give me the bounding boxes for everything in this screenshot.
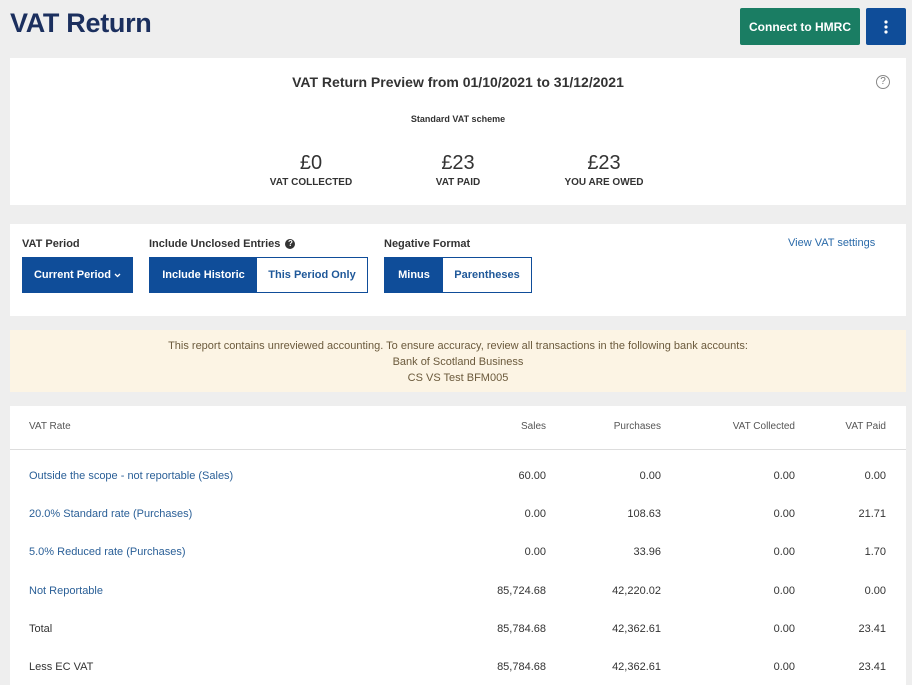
negative-format-label-text: Negative Format (384, 238, 471, 250)
table-row: Total 85,784.68 42,362.61 0.00 23.41 (10, 613, 906, 651)
cell-vat-paid: 1.70 (864, 546, 886, 558)
stat-vat-collected: £0 VAT COLLECTED (241, 150, 381, 188)
connect-hmrc-button[interactable]: Connect to HMRC (740, 8, 860, 45)
table-row: Less EC VAT 85,784.68 42,362.61 0.00 23.41 (10, 651, 906, 685)
cell-sales: 85,784.68 (497, 661, 546, 673)
cell-purchases: 108.63 (627, 508, 661, 520)
header-purchases: Purchases (613, 421, 661, 432)
cell-vat-collected: 0.00 (773, 508, 795, 520)
cell-vat-paid: 23.41 (858, 623, 886, 635)
cell-vat-rate[interactable]: Not Reportable (29, 585, 103, 597)
vat-period-label: VAT Period (22, 238, 80, 250)
cell-vat-collected: 0.00 (773, 661, 795, 673)
cell-vat-paid: 0.00 (864, 585, 886, 597)
header-vat-rate: VAT Rate (29, 421, 71, 432)
cell-vat-collected: 0.00 (773, 546, 795, 558)
view-vat-settings-link[interactable]: View VAT settings (788, 237, 875, 249)
cell-purchases: 42,362.61 (612, 623, 661, 635)
summary-title: VAT Return Preview from 01/10/2021 to 31… (292, 74, 624, 90)
negative-format-toggle: Minus Parentheses (384, 257, 532, 293)
cell-sales: 0.00 (524, 508, 546, 520)
unclosed-entries-label-text: Include Unclosed Entries (149, 238, 281, 250)
cell-vat-rate: Total (29, 623, 53, 635)
vat-rate-table: VAT Rate Sales Purchases VAT Collected V… (10, 406, 906, 685)
table-row[interactable]: 20.0% Standard rate (Purchases) 0.00 108.6… (10, 498, 906, 536)
page-title: VAT Return (10, 8, 152, 38)
negative-format-label: Negative Format (384, 238, 470, 250)
option-parentheses[interactable]: Parentheses (443, 258, 531, 292)
stat-you-are-owed: £23 YOU ARE OWED (534, 150, 674, 188)
stat-amount: £23 (441, 152, 475, 174)
stat-amount: £23 (587, 152, 621, 174)
cell-vat-rate[interactable]: 5.0% Reduced rate (Purchases) (29, 546, 186, 558)
header-vat-paid: VAT Paid (845, 421, 886, 432)
stat-label: YOU ARE OWED (564, 177, 644, 188)
cell-sales: 85,724.68 (497, 585, 546, 597)
unclosed-entries-toggle: Include Historic This Period Only (149, 257, 368, 293)
cell-vat-collected: 0.00 (773, 470, 795, 482)
option-minus[interactable]: Minus (385, 258, 443, 292)
cell-vat-paid: 21.71 (858, 508, 886, 520)
warning-message: This report contains unreviewed accounti… (168, 340, 748, 352)
cell-purchases: 0.00 (639, 470, 661, 482)
cell-vat-rate: Less EC VAT (29, 661, 94, 673)
stat-vat-paid: £23 VAT PAID (388, 150, 528, 188)
table-row[interactable]: Not Reportable 85,724.68 42,220.02 0.00 0.00 (10, 575, 906, 613)
cell-vat-paid: 0.00 (864, 470, 886, 482)
cell-vat-collected: 0.00 (773, 585, 795, 597)
cell-purchases: 42,220.02 (612, 585, 661, 597)
cell-sales: 0.00 (524, 546, 546, 558)
unreviewed-warning-banner: This report contains unreviewed accounti… (10, 330, 906, 392)
option-include-historic[interactable]: Include Historic (150, 258, 257, 292)
vat-period-dropdown[interactable]: Current Period (22, 257, 133, 293)
vat-period-value: Current Period (33, 269, 111, 281)
cell-sales: 85,784.68 (497, 623, 546, 635)
vat-summary-card: VAT Return Preview from 01/10/2021 to 31… (10, 58, 906, 205)
table-row[interactable]: Outside the scope - not reportable (Sale… (10, 460, 906, 498)
cell-vat-rate[interactable]: 20.0% Standard rate (Purchases) (29, 508, 192, 520)
option-this-period-only[interactable]: This Period Only (257, 258, 367, 292)
vat-period-label-text: VAT Period (22, 238, 80, 250)
table-row[interactable]: 5.0% Reduced rate (Purchases) 0.00 33.96 0.… (10, 536, 906, 574)
unclosed-entries-label: Include Unclosed Entries ? (149, 238, 296, 250)
stat-label: VAT COLLECTED (269, 177, 353, 188)
warning-account[interactable]: Bank of Scotland Business (10, 354, 906, 370)
chevron-down-icon (114, 273, 121, 277)
stat-label: VAT PAID (435, 177, 481, 188)
table-header: VAT Rate Sales Purchases VAT Collected V… (10, 406, 906, 450)
cell-purchases: 42,362.61 (612, 661, 661, 673)
vat-scheme: Standard VAT scheme (410, 114, 506, 124)
question-icon[interactable]: ? (285, 239, 296, 249)
vertical-dots-icon (884, 19, 888, 34)
cell-vat-collected: 0.00 (773, 623, 795, 635)
cell-vat-paid: 23.41 (858, 661, 886, 673)
header-vat-collected: VAT Collected (732, 421, 795, 432)
cell-purchases: 33.96 (633, 546, 661, 558)
help-icon[interactable]: ? (876, 75, 890, 89)
cell-sales: 60.00 (518, 470, 546, 482)
header-sales: Sales (520, 421, 546, 432)
more-options-button[interactable] (866, 8, 906, 45)
report-controls: VAT Period Current Period Include Unclos… (10, 224, 906, 316)
warning-account[interactable]: CS VS Test BFM005 (10, 370, 906, 386)
cell-vat-rate[interactable]: Outside the scope - not reportable (Sale… (29, 470, 233, 482)
stat-amount: £0 (299, 152, 323, 174)
